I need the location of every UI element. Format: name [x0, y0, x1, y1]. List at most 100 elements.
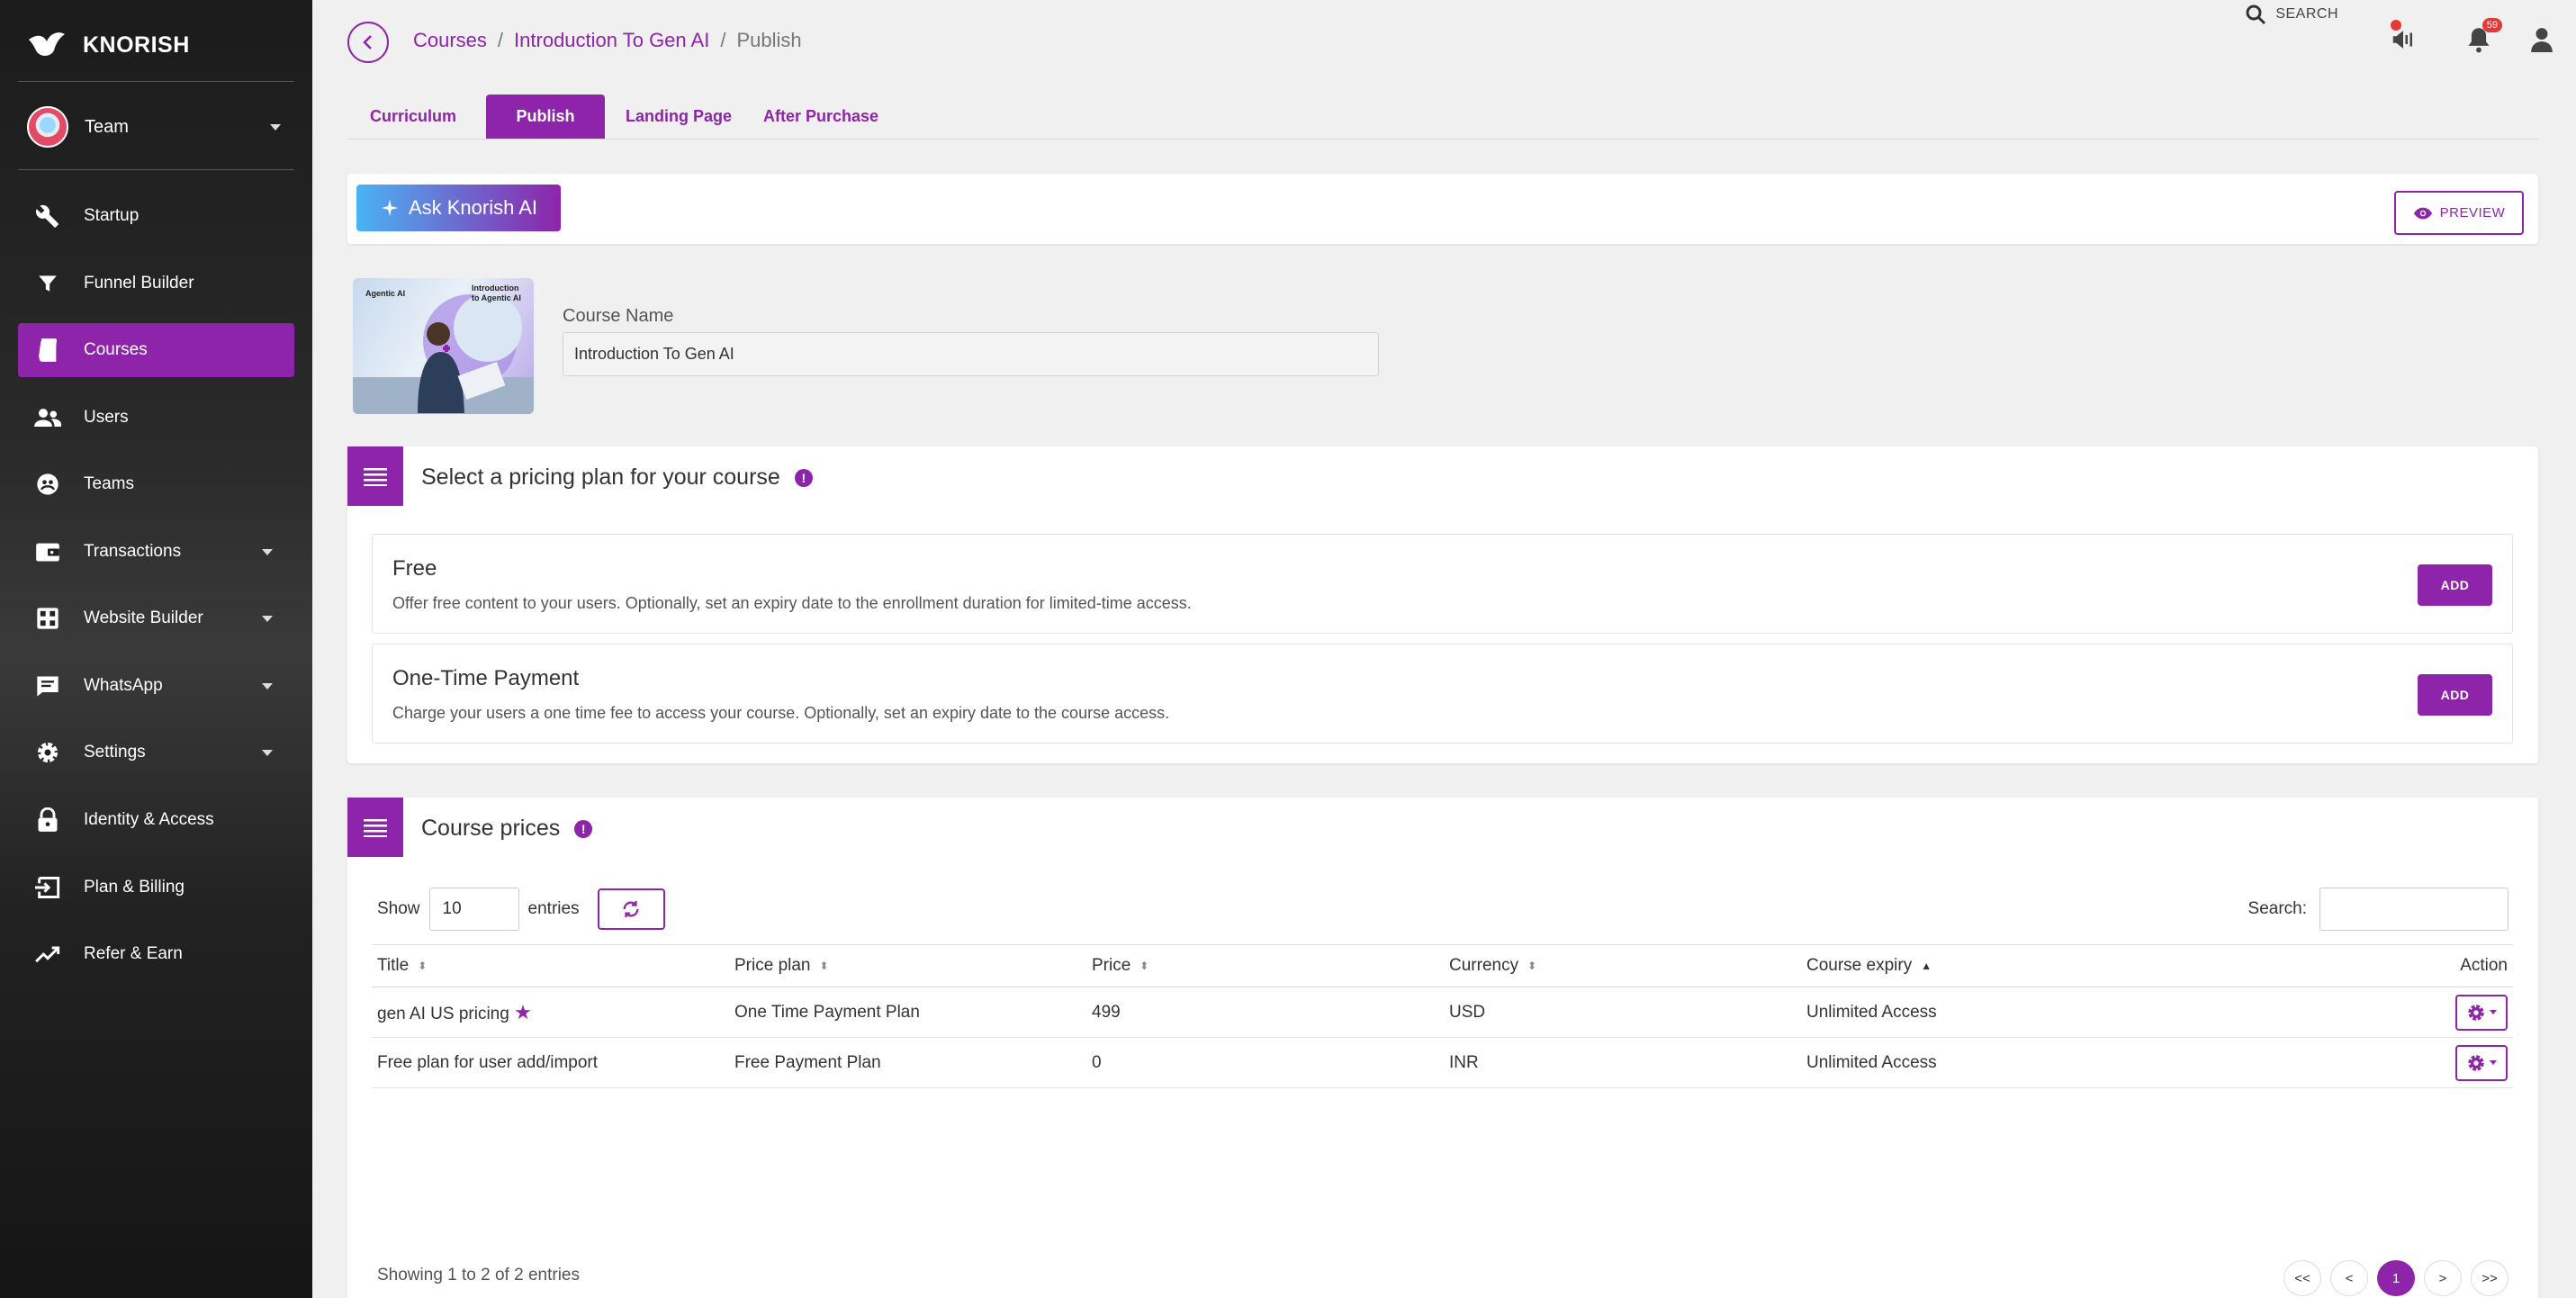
sidebar-item-courses[interactable]: Courses	[18, 323, 294, 377]
page-1-button[interactable]: 1	[2377, 1260, 2415, 1296]
back-button[interactable]	[347, 22, 389, 63]
page-next-button[interactable]: >	[2424, 1260, 2462, 1296]
refresh-icon	[623, 900, 639, 918]
entries-control: Show 10 entries	[377, 888, 665, 931]
plan-option-one-time: One-Time Payment Charge your users a one…	[372, 644, 2513, 744]
info-icon[interactable]: !	[574, 819, 593, 838]
row-actions-button[interactable]	[2455, 1044, 2508, 1081]
tab-landing-page[interactable]: Landing Page	[610, 95, 747, 139]
column-header-action: Action	[2215, 944, 2513, 987]
teams-icon	[34, 471, 61, 498]
profile-button[interactable]	[2526, 23, 2558, 56]
column-header-course-expiry[interactable]: Course expiry ▲	[1801, 944, 2215, 987]
list-icon	[347, 446, 403, 506]
header-search-label: SEARCH	[2275, 6, 2338, 22]
chevron-down-icon	[262, 682, 273, 690]
refresh-button[interactable]	[597, 888, 665, 930]
notifications-button[interactable]: 59	[2463, 18, 2502, 56]
sidebar-item-funnel-builder[interactable]: Funnel Builder	[18, 257, 294, 311]
header-search[interactable]: SEARCH	[2245, 4, 2338, 25]
announcements-button[interactable]	[2387, 20, 2419, 56]
chevron-down-icon	[2490, 1060, 2497, 1065]
entries-select[interactable]: 10	[428, 888, 519, 931]
cell-currency: INR	[1444, 1037, 1801, 1088]
sort-icon: ⬍	[418, 959, 428, 972]
sidebar-item-refer-earn[interactable]: Refer & Earn	[18, 927, 294, 981]
preview-button[interactable]: PREVIEW	[2394, 191, 2524, 235]
tab-publish[interactable]: Publish	[486, 95, 605, 139]
add-free-plan-button[interactable]: ADD	[2418, 564, 2492, 606]
row-actions-button[interactable]	[2455, 994, 2508, 1031]
tab-after-purchase[interactable]: After Purchase	[752, 95, 889, 139]
sidebar-item-label: Funnel Builder	[84, 274, 194, 293]
column-header-currency[interactable]: Currency ⬍	[1444, 944, 1801, 987]
users-icon	[34, 404, 61, 431]
plan-description: Offer free content to your users. Option…	[392, 594, 1192, 612]
page-last-button[interactable]: >>	[2471, 1260, 2508, 1296]
pagination: << < 1 > >>	[2283, 1260, 2508, 1296]
ask-ai-button[interactable]: Ask Knorish AI	[356, 185, 561, 231]
sidebar-item-users[interactable]: Users	[18, 391, 294, 445]
sidebar-item-startup[interactable]: Startup	[18, 189, 294, 243]
table-row: Free plan for user add/import Free Payme…	[372, 1037, 2513, 1088]
cell-price: 0	[1086, 1037, 1444, 1088]
breadcrumb-courses[interactable]: Courses	[413, 29, 487, 52]
cell-action	[2215, 1037, 2513, 1088]
trend-icon	[34, 941, 61, 968]
pricing-title-text: Select a pricing plan for your course	[421, 464, 780, 490]
table-search: Search:	[2248, 888, 2508, 931]
pricing-plan-section: Select a pricing plan for your course ! …	[347, 446, 2538, 763]
cell-title: gen AI US pricing ★	[372, 987, 729, 1038]
tab-curriculum[interactable]: Curriculum	[347, 95, 479, 139]
cell-price-plan: One Time Payment Plan	[729, 987, 1086, 1038]
plan-option-free: Free Offer free content to your users. O…	[372, 534, 2513, 634]
billing-icon	[34, 874, 61, 901]
chevron-down-icon	[270, 123, 281, 131]
sidebar-item-website-builder[interactable]: Website Builder	[18, 591, 294, 645]
tab-bar: Curriculum Publish Landing Page After Pu…	[347, 95, 2538, 140]
notification-badge: 59	[2481, 18, 2502, 32]
sidebar-item-label: Startup	[84, 206, 140, 225]
sidebar-item-teams[interactable]: Teams	[18, 457, 294, 511]
page-first-button[interactable]: <<	[2283, 1260, 2321, 1296]
sidebar-item-label: Plan & Billing	[84, 878, 185, 897]
sidebar-item-label: Transactions	[84, 542, 182, 561]
sidebar-item-label: Settings	[84, 743, 146, 762]
cell-price: 499	[1086, 987, 1444, 1038]
sidebar-item-identity-access[interactable]: Identity & Access	[18, 793, 294, 847]
sidebar-item-settings[interactable]: Settings	[18, 726, 294, 780]
ai-toolbar: Ask Knorish AI PREVIEW	[347, 174, 2538, 244]
show-label: Show	[377, 899, 420, 918]
info-icon[interactable]: !	[794, 468, 813, 487]
entries-label: entries	[527, 899, 580, 918]
sidebar-item-label: WhatsApp	[84, 676, 163, 695]
column-header-price-plan[interactable]: Price plan ⬍	[729, 944, 1086, 987]
sidebar-item-transactions[interactable]: Transactions	[18, 525, 294, 579]
course-name-field[interactable]: Introduction To Gen AI	[563, 332, 1379, 376]
sort-icon: ⬍	[819, 959, 829, 972]
column-header-price[interactable]: Price ⬍	[1086, 944, 1444, 987]
gear-icon	[2468, 1054, 2484, 1071]
eye-icon	[2413, 207, 2432, 219]
course-thumbnail[interactable]: Agentic AI Introduction to Agentic AI	[353, 278, 534, 414]
page-prev-button[interactable]: <	[2330, 1260, 2368, 1296]
breadcrumb-course[interactable]: Introduction To Gen AI	[514, 29, 709, 52]
sidebar-divider	[18, 169, 294, 170]
sidebar-item-plan-billing[interactable]: Plan & Billing	[18, 861, 294, 915]
column-header-title[interactable]: Title ⬍	[372, 944, 729, 987]
brand[interactable]: KNORISH	[27, 27, 190, 63]
cell-action	[2215, 987, 2513, 1038]
sidebar-item-whatsapp[interactable]: WhatsApp	[18, 659, 294, 713]
chevron-left-icon	[363, 35, 372, 50]
ask-ai-label: Ask Knorish AI	[408, 196, 538, 219]
cell-course-expiry: Unlimited Access	[1801, 1037, 2215, 1088]
thumbnail-text-left: Agentic AI	[365, 289, 406, 298]
gear-icon	[34, 739, 61, 766]
top-bar: Courses / Introduction To Gen AI / Publi…	[312, 0, 2576, 83]
chevron-down-icon	[262, 749, 273, 756]
add-one-time-plan-button[interactable]: ADD	[2418, 674, 2492, 716]
funnel-icon	[34, 270, 61, 297]
team-switcher[interactable]: Team	[27, 106, 281, 148]
table-search-input[interactable]	[2319, 888, 2508, 931]
thumbnail-text-right: Introduction to Agentic AI	[472, 284, 521, 302]
